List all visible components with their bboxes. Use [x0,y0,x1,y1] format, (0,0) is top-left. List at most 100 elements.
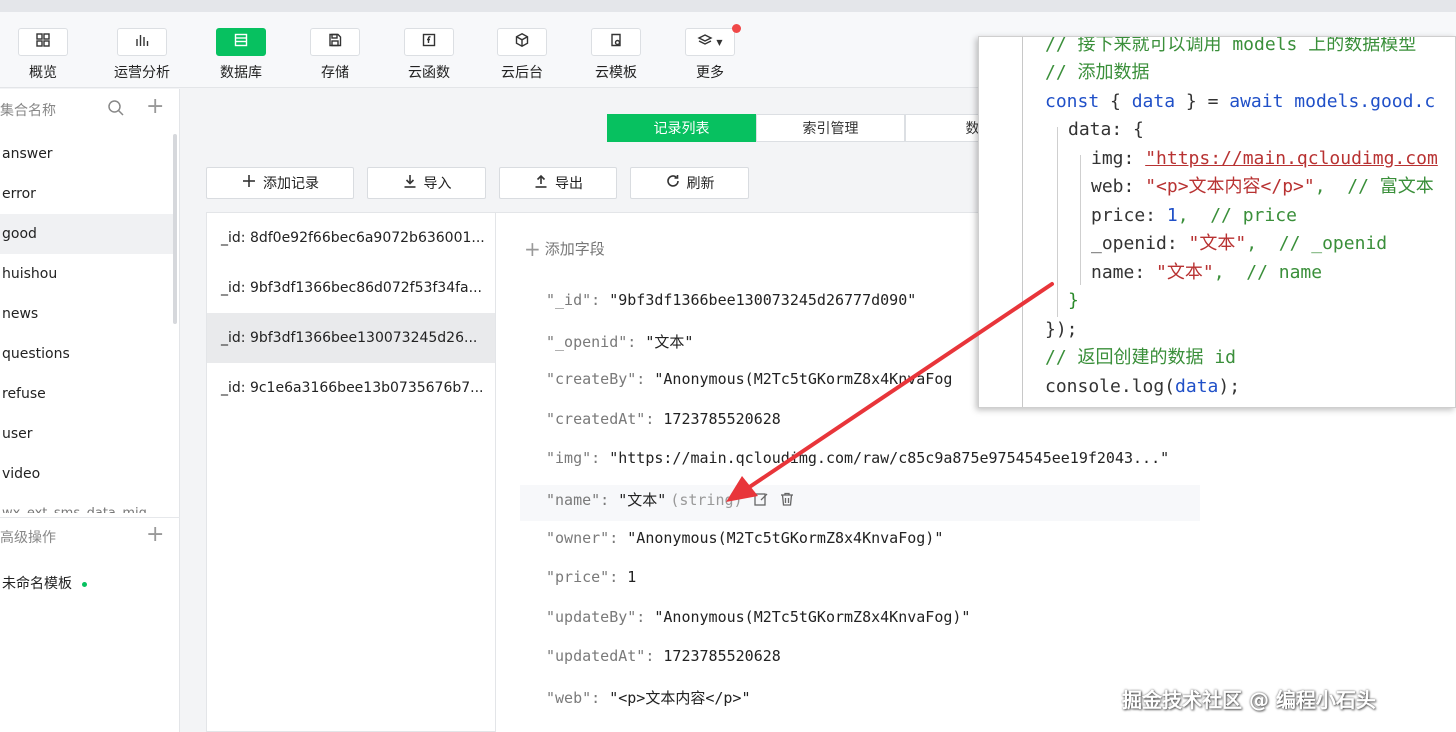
code-key: price: [1091,205,1167,226]
collection-item-partial[interactable]: wx_ext_sms_data_mig [2,503,172,513]
collection-sidebar: 集合名称 + answer error good huishou news qu… [0,89,180,732]
field-key: "_openid": [546,333,637,351]
add-field-button[interactable]: + 添加字段 [524,237,605,261]
tool-label: 云函数 [408,65,450,81]
download-icon [402,173,418,193]
collection-item[interactable]: good [0,214,174,254]
function-icon [421,32,437,52]
refresh-label: 刷新 [686,176,715,192]
field-row[interactable]: "createdAt": 1723785520628 [546,410,781,434]
code-line: // 添加数据 [1045,62,1150,83]
collection-header: 集合名称 + [0,89,179,129]
add-record-button[interactable]: 添加记录 [206,167,354,199]
refresh-button[interactable]: 刷新 [630,167,749,199]
field-value: "https://main.qcloudimg.com/raw/c85c9a87… [609,449,1170,467]
field-row[interactable]: "updatedAt": 1723785520628 [546,647,781,671]
plus-icon [241,173,257,193]
code-comment: , // name [1213,262,1323,283]
code-line: const { data } = await models.good.c [1045,90,1435,114]
code-var: data [1131,91,1176,112]
code-comment: , // 富文本 [1314,176,1434,197]
add-collection-icon[interactable]: + [146,96,164,118]
code-keyword: await [1229,91,1284,112]
tool-label: 概览 [29,65,57,81]
tool-label: 运营分析 [114,65,170,81]
tool-cloud-template[interactable]: 云模板 [581,28,651,84]
database-icon [233,32,249,52]
field-value: 1723785520628 [663,410,781,428]
field-row[interactable]: "_openid": "文本" [546,331,693,355]
search-icon[interactable] [107,99,125,117]
field-row[interactable]: "price": 1 [546,568,636,592]
collection-item[interactable]: huishou [0,254,174,294]
plus-icon: + [524,237,541,261]
collection-item[interactable]: answer [0,134,174,174]
tool-label: 数据库 [220,65,262,81]
collection-item[interactable]: refuse [0,374,174,414]
code-line: } [1068,290,1079,311]
field-key: "updatedAt": [546,647,655,665]
edit-icon[interactable] [753,491,769,507]
add-template-icon[interactable]: + [146,524,164,546]
template-item[interactable]: 未命名模板 [2,573,87,593]
refresh-icon [665,173,681,193]
grid-icon [35,32,51,52]
code-keyword: const [1045,91,1100,112]
sidebar-scrollbar[interactable] [173,134,177,324]
field-row[interactable]: "name": "文本" (string) [546,489,795,513]
tab-records[interactable]: 记录列表 [607,114,756,142]
field-row[interactable]: "updateBy": "Anonymous(M2Tc5tGKormZ8x4Kn… [546,608,970,632]
record-item[interactable]: _id: 9bf3df1366bec86d072f53f34fa... [207,263,495,313]
tool-cloud-function[interactable]: 云函数 [394,28,464,84]
field-key: "img": [546,449,601,467]
code-text: console.log( [1045,376,1176,397]
tool-overview[interactable]: 概览 [8,28,78,84]
collection-item[interactable]: error [0,174,174,214]
field-key: "web": [546,689,601,707]
record-item[interactable]: _id: 8df0e92f66bec6a9072b636001... [207,213,495,263]
code-number: 1 [1166,205,1178,226]
tab-indexes[interactable]: 索引管理 [756,114,905,142]
cube-icon [514,32,530,52]
field-row[interactable]: "img": "https://main.qcloudimg.com/raw/c… [546,449,1169,473]
field-row[interactable]: "createBy": "Anonymous(M2Tc5tGKormZ8x4Kn… [546,370,952,394]
record-item[interactable]: _id: 9c1e6a3166bee13b0735676b7... [207,363,495,413]
field-row[interactable]: "_id": "9bf3df1366bee130073245d26777d090… [546,291,916,315]
field-value: 1 [627,568,637,586]
delete-icon[interactable] [779,491,795,507]
code-key: _openid: [1091,233,1189,254]
tool-label: 云模板 [595,65,637,81]
code-snippet-overlay: // 接下来就可以调用 models 上的数据模型 // 添加数据 const … [978,36,1456,408]
field-row[interactable]: "web": "<p>文本内容</p>" [546,687,751,711]
indent-guide [1057,127,1058,317]
field-value: "Anonymous(M2Tc5tGKormZ8x4KnvaFog)" [627,529,944,547]
add-field-label: 添加字段 [544,240,605,258]
status-dot [82,581,87,587]
tool-analytics[interactable]: 运营分析 [107,28,177,84]
tool-database[interactable]: 数据库 [206,28,276,84]
collection-item[interactable]: questions [0,334,174,374]
add-record-label: 添加记录 [263,176,319,192]
field-row[interactable]: "owner": "Anonymous(M2Tc5tGKormZ8x4KnvaF… [546,529,943,553]
record-item[interactable]: _id: 9bf3df1366bee130073245d26... [207,313,495,363]
export-button[interactable]: 导出 [499,167,617,199]
code-var: data [1175,376,1219,397]
import-button[interactable]: 导入 [367,167,486,199]
upload-icon [533,173,549,193]
import-label: 导入 [423,176,452,192]
field-key: "name": [546,491,610,509]
collection-list: answer error good huishou news questions… [0,134,174,494]
collection-item[interactable]: news [0,294,174,334]
collection-item[interactable]: video [0,454,174,494]
tool-cloud-backend[interactable]: 云后台 [487,28,557,84]
indent-guide [1080,155,1081,285]
tool-label: 存储 [321,65,349,81]
collection-item[interactable]: user [0,414,174,454]
tool-more[interactable]: ▼ 更多 [675,24,745,84]
code-comment: , // price [1177,205,1297,226]
code-line: price: 1, // price [1091,204,1297,228]
layers-icon [697,32,713,52]
chevron-down-icon: ▼ [716,37,723,47]
tool-storage[interactable]: 存储 [300,28,370,84]
field-value: "文本" [618,491,667,509]
